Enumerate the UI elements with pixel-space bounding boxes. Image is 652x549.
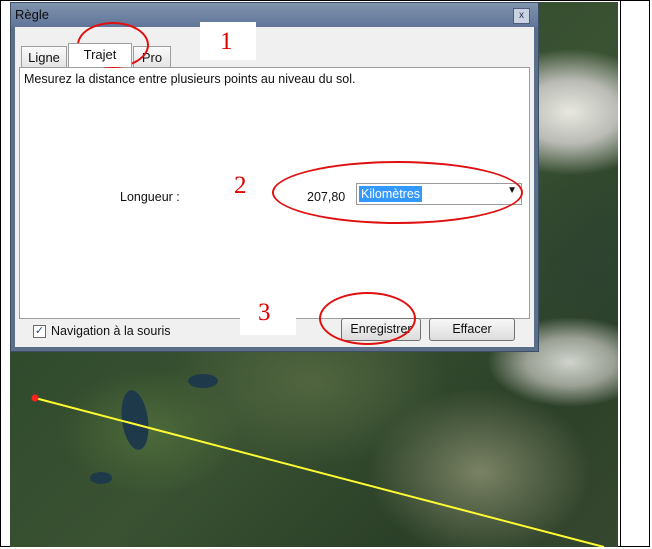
annotation-number-3: 3 xyxy=(258,299,271,326)
title-bar[interactable]: Règle x xyxy=(11,3,538,27)
frame-divider xyxy=(620,0,621,547)
annotation-label-box: 1 xyxy=(200,22,256,60)
length-label: Longueur : xyxy=(120,190,180,204)
description-text: Mesurez la distance entre plusieurs poin… xyxy=(24,72,356,86)
dialog-title: Règle xyxy=(15,7,49,22)
clear-button[interactable]: Effacer xyxy=(429,318,515,341)
annotation-label-box: 3 xyxy=(240,293,296,335)
tab-trajet[interactable]: Trajet xyxy=(68,43,132,67)
annotation-number-2: 2 xyxy=(234,172,247,199)
measure-line xyxy=(34,397,605,547)
tab-ligne[interactable]: Ligne xyxy=(21,46,67,68)
annotation-circle-save xyxy=(319,292,416,345)
annotation-circle-length xyxy=(272,161,523,224)
start-point-marker xyxy=(31,394,39,402)
annotation-number-1: 1 xyxy=(220,28,233,55)
mouse-navigation-label: Navigation à la souris xyxy=(51,324,171,338)
close-button[interactable]: x xyxy=(513,8,530,24)
mouse-navigation-checkbox[interactable]: ✓ xyxy=(33,325,46,338)
